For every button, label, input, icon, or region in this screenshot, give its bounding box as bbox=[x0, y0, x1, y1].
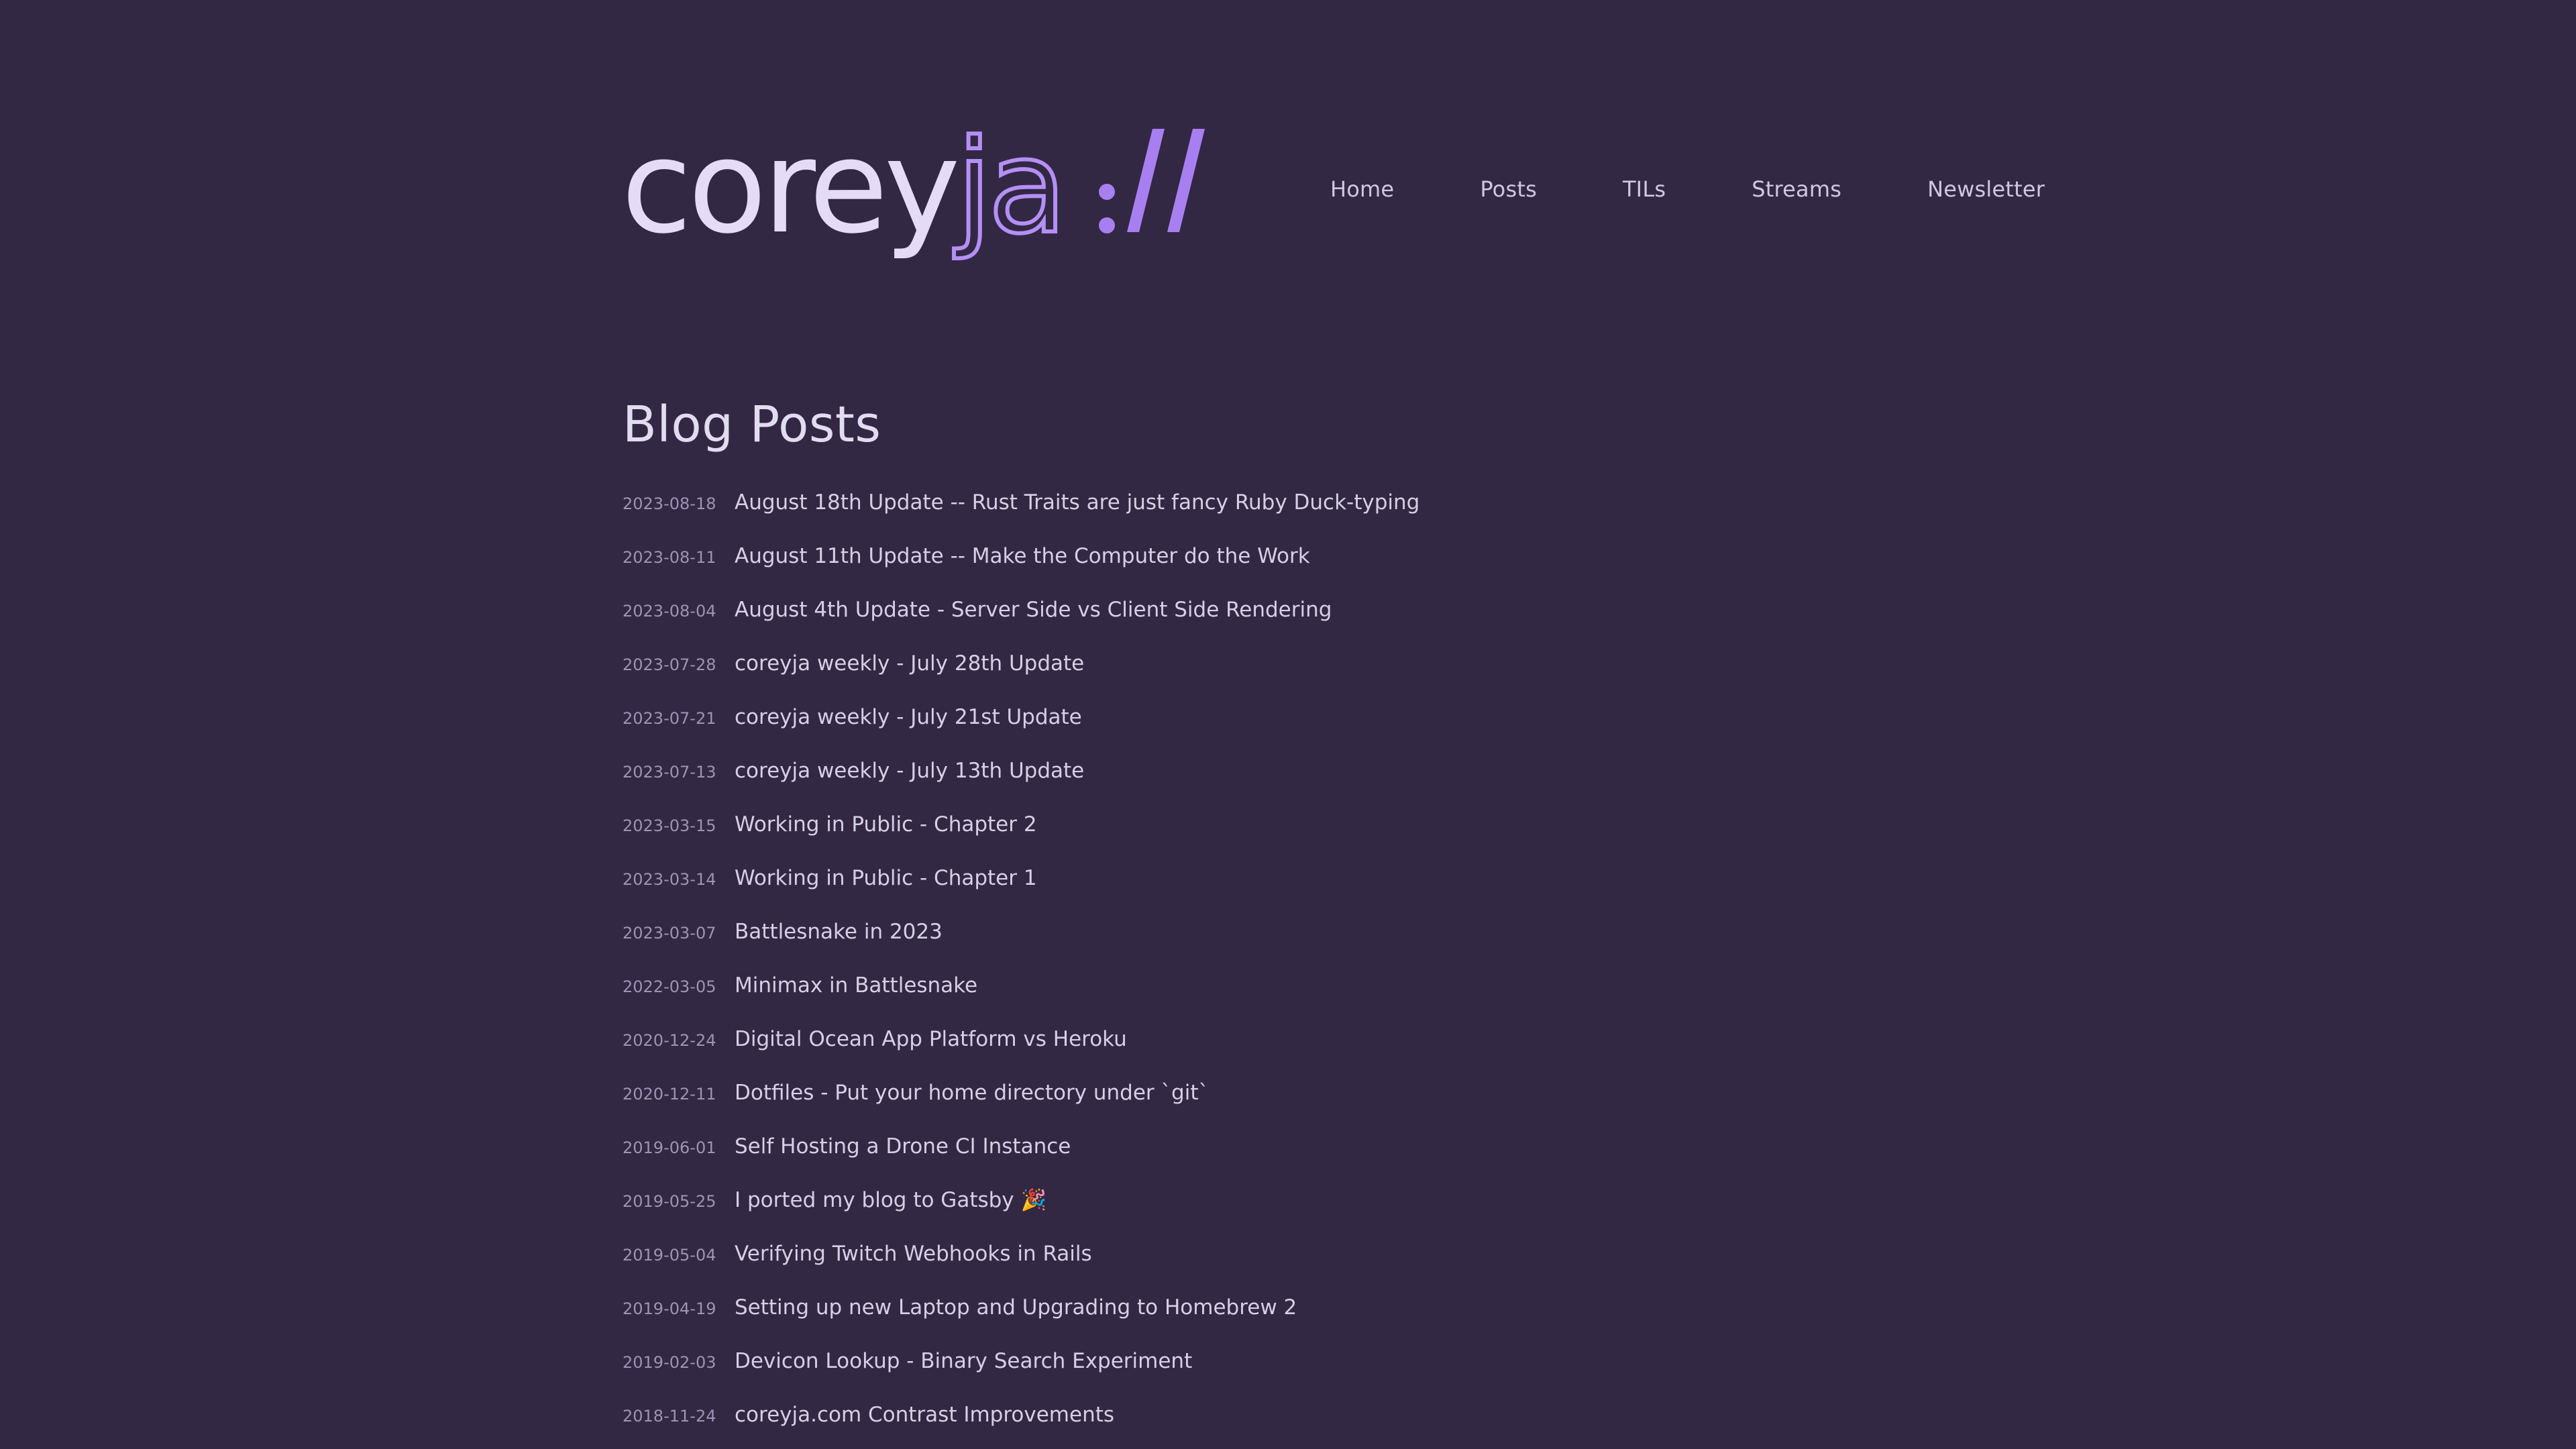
post-link[interactable]: Dotfiles - Put your home directory under… bbox=[735, 1066, 1209, 1120]
post-date: 2019-02-03 bbox=[623, 1353, 716, 1372]
post-date: 2023-07-28 bbox=[623, 655, 716, 674]
post-item: 2020-12-24 Digital Ocean App Platform vs… bbox=[623, 1012, 1964, 1066]
logo-text-accent: ja bbox=[954, 121, 1063, 262]
post-link[interactable]: coreyja weekly - July 13th Update bbox=[735, 744, 1084, 798]
post-item: 2019-02-03 Devicon Lookup - Binary Searc… bbox=[623, 1334, 1964, 1388]
post-item: 2023-03-14 Working in Public - Chapter 1 bbox=[623, 851, 1964, 905]
post-item: 2019-04-19 Setting up new Laptop and Upg… bbox=[623, 1281, 1964, 1334]
post-link[interactable]: coreyja weekly - July 28th Update bbox=[735, 637, 1084, 690]
main-content: Blog Posts 2023-08-18 August 18th Update… bbox=[623, 392, 1964, 1442]
post-link[interactable]: Devicon Lookup - Binary Search Experimen… bbox=[735, 1334, 1192, 1388]
post-item: 2023-07-28 coreyja weekly - July 28th Up… bbox=[623, 637, 1964, 690]
post-date: 2023-08-04 bbox=[623, 602, 716, 621]
post-item: 2019-05-04 Verifying Twitch Webhooks in … bbox=[623, 1227, 1964, 1281]
post-date: 2019-05-25 bbox=[623, 1192, 716, 1211]
post-date: 2023-03-15 bbox=[623, 816, 716, 835]
post-item: 2023-08-18 August 18th Update -- Rust Tr… bbox=[623, 476, 1964, 529]
logo-slash-1 bbox=[1127, 129, 1165, 232]
post-item: 2023-07-13 coreyja weekly - July 13th Up… bbox=[623, 744, 1964, 798]
page-title: Blog Posts bbox=[623, 396, 881, 453]
post-link[interactable]: August 18th Update -- Rust Traits are ju… bbox=[735, 476, 1419, 529]
post-link[interactable]: coreyja.com Contrast Improvements bbox=[735, 1388, 1114, 1442]
post-date: 2023-07-21 bbox=[623, 709, 716, 728]
post-link[interactable]: Digital Ocean App Platform vs Heroku bbox=[735, 1012, 1127, 1066]
post-item: 2022-03-05 Minimax in Battlesnake bbox=[623, 959, 1964, 1012]
logo-suffix bbox=[1099, 129, 1205, 233]
logo-colon-top bbox=[1099, 184, 1115, 200]
post-item: 2018-11-24 coreyja.com Contrast Improvem… bbox=[623, 1388, 1964, 1442]
site-header: coreyja Home Posts TILs Streams Newslett… bbox=[621, 121, 2045, 268]
logo-text: coreyja bbox=[621, 121, 1063, 262]
post-date: 2019-06-01 bbox=[623, 1138, 716, 1157]
post-link[interactable]: Self Hosting a Drone CI Instance bbox=[735, 1120, 1071, 1173]
nav-newsletter[interactable]: Newsletter bbox=[1927, 176, 2045, 202]
post-item: 2019-05-25 I ported my blog to Gatsby 🎉 bbox=[623, 1173, 1964, 1227]
post-date: 2023-03-14 bbox=[623, 870, 716, 889]
post-date: 2019-05-04 bbox=[623, 1246, 716, 1265]
logo-colon-bottom bbox=[1099, 217, 1115, 233]
post-link[interactable]: Battlesnake in 2023 bbox=[735, 905, 943, 959]
post-item: 2023-03-07 Battlesnake in 2023 bbox=[623, 905, 1964, 959]
post-list: 2023-08-18 August 18th Update -- Rust Tr… bbox=[623, 476, 1964, 1442]
post-date: 2020-12-24 bbox=[623, 1031, 716, 1050]
nav-home[interactable]: Home bbox=[1330, 176, 1394, 202]
post-date: 2020-12-11 bbox=[623, 1085, 716, 1104]
post-link[interactable]: Working in Public - Chapter 1 bbox=[735, 851, 1037, 905]
nav-posts[interactable]: Posts bbox=[1480, 176, 1537, 202]
logo-text-main: corey bbox=[621, 121, 957, 262]
post-link[interactable]: Setting up new Laptop and Upgrading to H… bbox=[735, 1281, 1297, 1334]
main-nav: Home Posts TILs Streams Newsletter bbox=[1330, 156, 2045, 223]
post-date: 2023-08-18 bbox=[623, 494, 716, 513]
post-item: 2020-12-11 Dotfiles - Put your home dire… bbox=[623, 1066, 1964, 1120]
logo-slash-2 bbox=[1167, 129, 1205, 232]
post-date: 2022-03-05 bbox=[623, 977, 716, 996]
post-item: 2023-03-15 Working in Public - Chapter 2 bbox=[623, 798, 1964, 851]
post-link[interactable]: Working in Public - Chapter 2 bbox=[735, 798, 1037, 851]
nav-streams[interactable]: Streams bbox=[1752, 176, 1841, 202]
post-date: 2023-07-13 bbox=[623, 763, 716, 782]
post-item: 2023-08-11 August 11th Update -- Make th… bbox=[623, 529, 1964, 583]
post-date: 2019-04-19 bbox=[623, 1299, 716, 1318]
post-link[interactable]: Minimax in Battlesnake bbox=[735, 959, 977, 1012]
post-link[interactable]: August 4th Update - Server Side vs Clien… bbox=[735, 583, 1332, 637]
post-item: 2023-07-21 coreyja weekly - July 21st Up… bbox=[623, 690, 1964, 744]
post-link[interactable]: I ported my blog to Gatsby 🎉 bbox=[735, 1173, 1046, 1227]
post-item: 2019-06-01 Self Hosting a Drone CI Insta… bbox=[623, 1120, 1964, 1173]
post-item: 2023-08-04 August 4th Update - Server Si… bbox=[623, 583, 1964, 637]
site-logo[interactable]: coreyja bbox=[621, 121, 1212, 268]
post-date: 2018-11-24 bbox=[623, 1407, 716, 1426]
post-link[interactable]: coreyja weekly - July 21st Update bbox=[735, 690, 1082, 744]
post-link[interactable]: Verifying Twitch Webhooks in Rails bbox=[735, 1227, 1092, 1281]
post-date: 2023-08-11 bbox=[623, 548, 716, 567]
post-date: 2023-03-07 bbox=[623, 924, 716, 943]
nav-tils[interactable]: TILs bbox=[1623, 176, 1666, 202]
post-link[interactable]: August 11th Update -- Make the Computer … bbox=[735, 529, 1310, 583]
